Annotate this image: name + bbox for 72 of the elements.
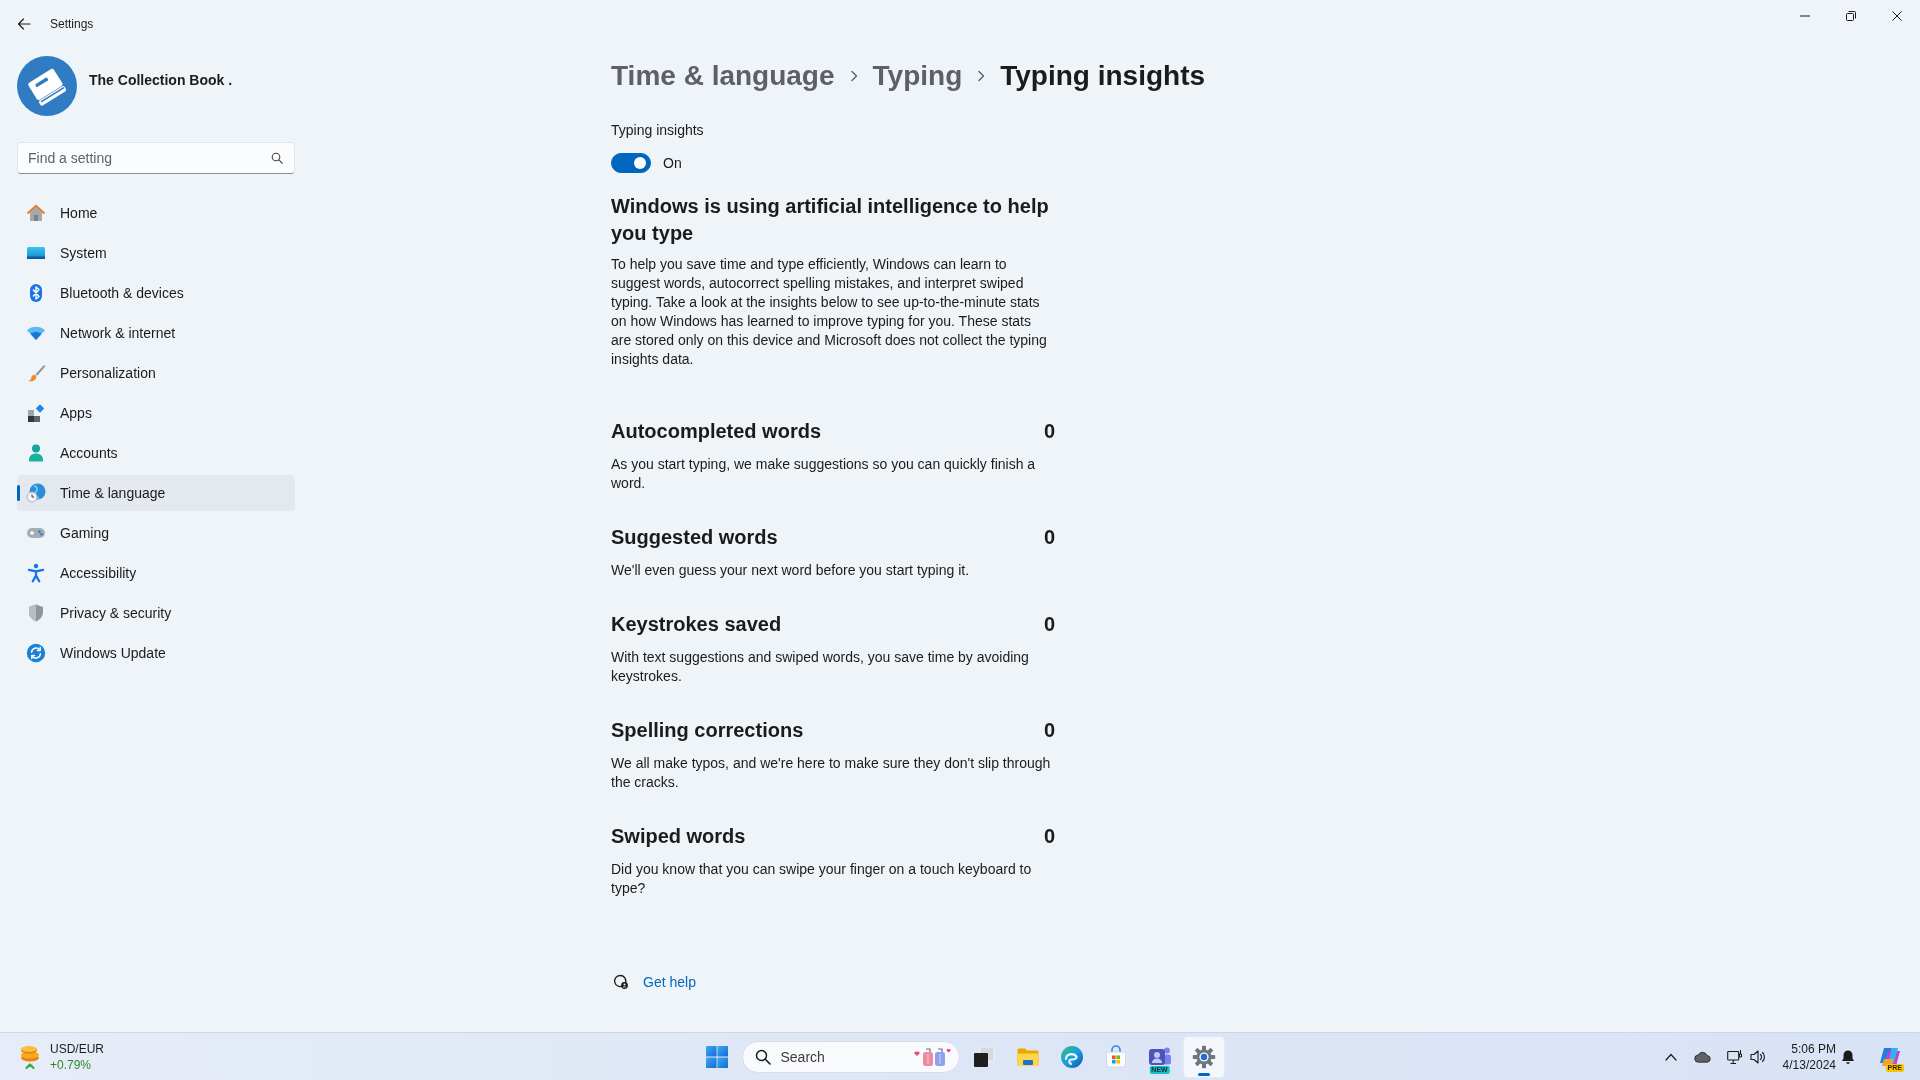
sidebar-item[interactable]: Time & language (17, 475, 295, 511)
chevron-right-icon (848, 70, 859, 82)
magnifier-icon (271, 152, 283, 164)
stat-title: Keystrokes saved (611, 612, 782, 636)
stat-value: 0 (1043, 525, 1055, 549)
house-icon (26, 203, 46, 223)
gear-icon (1191, 1044, 1216, 1069)
account-name: The Collection Book . (89, 72, 233, 88)
stat-title: Autocompleted words (611, 419, 821, 443)
shopping-bag-icon (1103, 1044, 1128, 1069)
accessibility-figure-icon (26, 563, 46, 583)
clock-date[interactable]: 4/13/2024 (1782, 1056, 1836, 1073)
stat-description: We all make typos, and we're here to make sure they don't slip through the cracks. (611, 754, 1052, 792)
breadcrumb-link[interactable]: Time & language (611, 60, 835, 92)
back-arrow-icon[interactable] (17, 17, 31, 31)
swirl-icon (1059, 1044, 1084, 1069)
stat-value: 0 (1043, 718, 1055, 742)
monitor-plug-icon[interactable] (1726, 1048, 1743, 1065)
stat-value: 0 (1043, 419, 1055, 443)
app-tiles-icon (26, 403, 46, 423)
restore-icon[interactable] (1846, 11, 1856, 21)
stat-title: Swiped words (611, 824, 746, 848)
help-link[interactable]: Get help (643, 974, 696, 990)
stat-title: Spelling corrections (611, 718, 804, 742)
sidebar-item[interactable]: System (17, 235, 295, 271)
toggle-state-text: On (663, 155, 682, 171)
sidebar-item[interactable]: Privacy & security (17, 595, 295, 631)
refresh-arrows-icon (26, 643, 46, 663)
sidebar-item[interactable]: Accounts (17, 435, 295, 471)
setting-label: Typing insights (611, 121, 704, 140)
stat-description: As you start typing, we make suggestions so you can quickly finish a word. (611, 455, 1037, 493)
cloud-icon[interactable] (1693, 1050, 1712, 1063)
bell-icon[interactable] (1840, 1048, 1856, 1065)
sidebar-item[interactable]: Network & internet (17, 315, 295, 351)
clock-time[interactable]: 5:06 PM (1791, 1040, 1836, 1057)
chevron-up-icon[interactable] (1664, 1052, 1677, 1061)
globe-clock-icon (26, 483, 46, 503)
sidebar-item[interactable]: Windows Update (17, 635, 295, 671)
settings-search-field[interactable]: Find a setting (17, 142, 295, 174)
stat-description: We'll even guess your next word before you start typing it. (611, 561, 971, 580)
search-icon (754, 1048, 771, 1065)
intro-paragraph: To help you save time and type efficiently, Windows can learn to suggest words, autocorrect spelling mistakes, and interpret swiped typing. Take a look at the insights below to see up-to-the-minute stats on how Windows has learned to improve typing for you. These stats are stored only on this device and Microsoft does not collect the typing insights data. (611, 255, 1048, 369)
stat-description: With text suggestions and swiped words, you save time by avoiding keystrokes. (611, 648, 1030, 686)
paintbrush-icon (26, 363, 46, 383)
help-chat-icon (613, 974, 629, 990)
sidebar-item[interactable]: Accessibility (17, 555, 295, 591)
widget-change: +0.79% (50, 1056, 93, 1073)
stat-value: 0 (1043, 824, 1055, 848)
coins-icon[interactable] (18, 1043, 42, 1070)
page-title: Typing insights (1000, 60, 1206, 92)
taskbar-search-field[interactable]: Search (741, 1040, 960, 1073)
shield-icon (26, 603, 46, 623)
sidebar-item[interactable]: Bluetooth & devices (17, 275, 295, 311)
sidebar-item[interactable]: Apps (17, 395, 295, 431)
toggle-switch[interactable] (611, 153, 651, 173)
person-icon (26, 443, 46, 463)
close-icon[interactable] (1892, 11, 1902, 21)
section-heading: Windows is using artificial intelligence to help you type (611, 194, 1050, 246)
overlapping-squares-icon (971, 1044, 996, 1069)
window-title: Settings (50, 17, 94, 31)
stat-value: 0 (1043, 612, 1055, 636)
widget-title[interactable]: USD/EUR (50, 1040, 104, 1057)
chevron-right-icon (976, 70, 987, 82)
sidebar-item[interactable]: Gaming (17, 515, 295, 551)
book-avatar-icon (17, 56, 77, 116)
sidebar-item[interactable]: Home (17, 195, 295, 231)
speaker-icon[interactable] (1749, 1048, 1766, 1065)
sidebar-item[interactable]: Personalization (17, 355, 295, 391)
breadcrumb-link[interactable]: Typing (872, 60, 963, 92)
stat-title: Suggested words (611, 525, 778, 549)
four-squares-icon[interactable] (704, 1044, 729, 1069)
stat-description: Did you know that you can swipe your finger on a touch keyboard to type? (611, 860, 1033, 898)
